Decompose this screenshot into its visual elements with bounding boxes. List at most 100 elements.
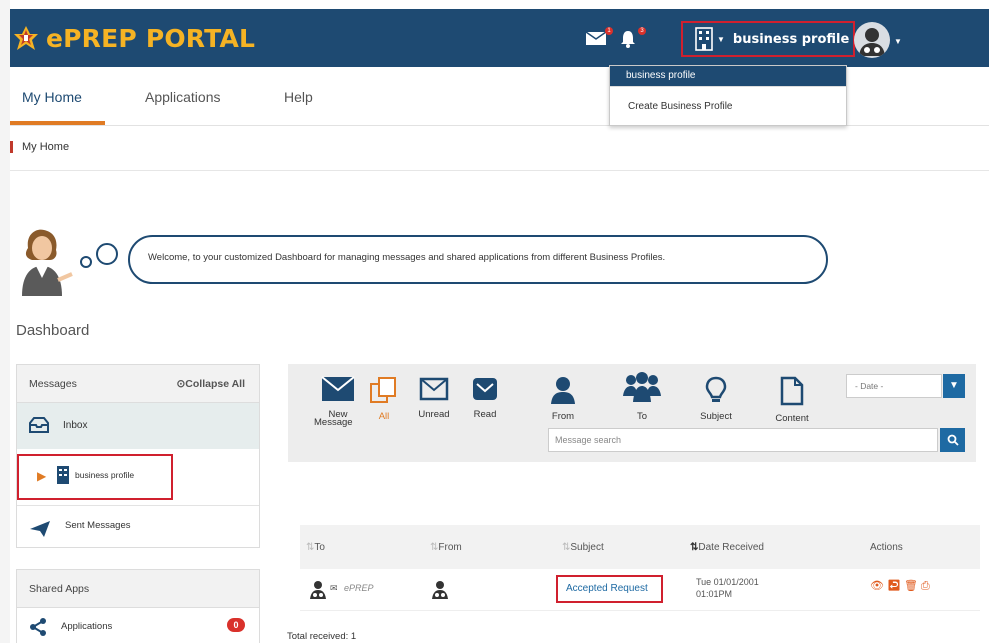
from-label: From (551, 411, 575, 422)
paper-plane-icon (29, 520, 51, 543)
dashboard-title: Dashboard (16, 322, 90, 339)
left-strip (0, 0, 10, 643)
collapse-all-button[interactable]: ⊙Collapse All (176, 365, 245, 403)
print-icon[interactable]: ⎙ (921, 580, 933, 592)
view-eye-icon[interactable]: 👁 (870, 580, 887, 592)
col-to-label: To (314, 542, 325, 553)
filter-unread-button[interactable]: Unread (416, 376, 452, 420)
messages-envelope-icon[interactable]: 1 (585, 27, 613, 49)
share-icon (29, 618, 47, 641)
filter-from-button[interactable]: From (546, 376, 580, 422)
applications-label: Applications (61, 621, 113, 632)
col-date-received[interactable]: ⇅Date Received (690, 542, 764, 553)
notifications-badge: 3 (638, 27, 646, 35)
dropdown-item-business-profile[interactable]: business profile (610, 66, 846, 86)
profile-dropdown-menu: business profile Create Business Profile (609, 65, 847, 126)
applications-count-badge: 0 (227, 618, 245, 632)
col-from[interactable]: ⇅From (430, 542, 462, 553)
building-icon (695, 27, 713, 51)
collapse-all-label: Collapse All (185, 378, 245, 390)
lightbulb-icon (696, 376, 736, 407)
col-subject-label: Subject (570, 542, 604, 553)
inbox-label: Inbox (63, 420, 88, 431)
breadcrumb-marker (10, 141, 13, 153)
filter-all-button[interactable]: All (368, 376, 400, 422)
filter-content-button[interactable]: Content (770, 376, 814, 424)
filter-read-button[interactable]: Read (468, 376, 502, 420)
welcome-text: Welcome, to your customized Dashboard fo… (148, 252, 666, 263)
col-date-label: Date Received (698, 542, 764, 553)
tab-applications[interactable]: Applications (145, 89, 221, 105)
filter-to-button[interactable]: To (622, 372, 662, 422)
shared-apps-applications[interactable]: Applications 0 (17, 608, 259, 643)
row-date: Tue 01/01/2001 (696, 577, 759, 587)
date-dropdown-button[interactable]: ▼ (943, 374, 965, 398)
sender-avatar-icon (430, 579, 450, 601)
business-profile-label: business profile (75, 470, 135, 480)
folder-sent[interactable]: Sent Messages (17, 505, 259, 551)
subject-label: Subject (700, 411, 732, 422)
new-message-button[interactable]: New (318, 376, 358, 420)
user-avatar[interactable] (854, 22, 890, 58)
portal-logo[interactable]: ePREP PORTAL (10, 23, 255, 53)
inbox-tray-icon (29, 417, 49, 438)
row-time: 01:01PM (696, 589, 733, 599)
shared-apps-panel: Shared Apps Applications 0 (16, 569, 260, 643)
app-frame: ePREP PORTAL 1 3 ▼ business profile ▼ bu… (0, 0, 989, 643)
expand-arrow-icon[interactable]: ▶ (37, 469, 46, 483)
tab-my-home[interactable]: My Home (22, 89, 82, 105)
message-filter-bar: New Message All Unread Read From To Subj… (288, 364, 976, 462)
active-tab-indicator (10, 121, 105, 125)
col-subject[interactable]: ⇅Subject (562, 542, 604, 553)
shared-apps-title: Shared Apps (29, 583, 90, 595)
trash-icon[interactable]: 🗑 (904, 580, 921, 592)
date-select[interactable]: - Date - (846, 374, 942, 398)
col-to[interactable]: ⇅To (306, 542, 325, 553)
group-people-icon (622, 372, 662, 407)
content-label: Content (775, 413, 809, 424)
unread-label: Unread (418, 409, 450, 420)
recipient-avatar-icon (308, 579, 328, 601)
subject-highlight[interactable]: Accepted Request (556, 575, 663, 603)
messages-badge: 1 (605, 27, 613, 35)
search-icon (947, 434, 959, 446)
envelope-outline-icon (416, 376, 452, 405)
folder-inbox[interactable]: Inbox (17, 403, 259, 449)
search-button[interactable] (940, 428, 965, 452)
person-icon (546, 376, 580, 407)
table-row[interactable]: ✉ ePREP Accepted Request Tue 01/01/2001 … (300, 569, 980, 611)
welcome-bubble: Welcome, to your customized Dashboard fo… (128, 235, 828, 284)
collapse-circle-icon: ⊙ (176, 378, 186, 390)
read-label: Read (473, 409, 497, 420)
messages-table: ⇅To ⇅From ⇅Subject ⇅Date Received Action… (300, 525, 980, 611)
table-header: ⇅To ⇅From ⇅Subject ⇅Date Received Action… (300, 525, 980, 569)
breadcrumb-home[interactable]: My Home (22, 141, 69, 153)
row-subject-link[interactable]: Accepted Request (558, 577, 661, 594)
tab-help[interactable]: Help (284, 89, 313, 105)
logo-text: ePREP PORTAL (46, 23, 256, 53)
building-small-icon (57, 466, 69, 489)
business-profile-switcher[interactable]: ▼ business profile (681, 21, 855, 57)
reply-icon[interactable]: ↩ (887, 580, 904, 592)
dropdown-item-create-profile[interactable]: Create Business Profile (610, 86, 846, 125)
assistant-mascot-icon (14, 226, 74, 296)
breadcrumb: My Home (10, 127, 989, 171)
copy-pages-icon (368, 376, 400, 407)
message-search-input[interactable]: Message search (548, 428, 938, 452)
envelope-open-icon (468, 376, 502, 405)
row-actions: 👁↩🗑⎙ (870, 579, 933, 593)
filter-subject-button[interactable]: Subject (696, 376, 736, 422)
notifications-bell-icon[interactable]: 3 (618, 27, 646, 49)
profile-switch-label: business profile (732, 31, 850, 47)
maryland-flag-icon (12, 24, 40, 52)
shared-apps-header: Shared Apps (17, 570, 259, 608)
thought-dot-small (80, 256, 92, 268)
col-actions: Actions (870, 542, 903, 553)
to-label: To (636, 411, 648, 422)
avatar-chevron-icon[interactable]: ▼ (894, 37, 902, 46)
all-label: All (378, 411, 390, 422)
folder-business-profile[interactable]: ▶ business profile (17, 449, 259, 505)
total-received: Total received: 1 (287, 631, 357, 642)
sent-label: Sent Messages (65, 520, 131, 531)
top-header: ePREP PORTAL 1 3 ▼ business profile ▼ (10, 9, 989, 67)
